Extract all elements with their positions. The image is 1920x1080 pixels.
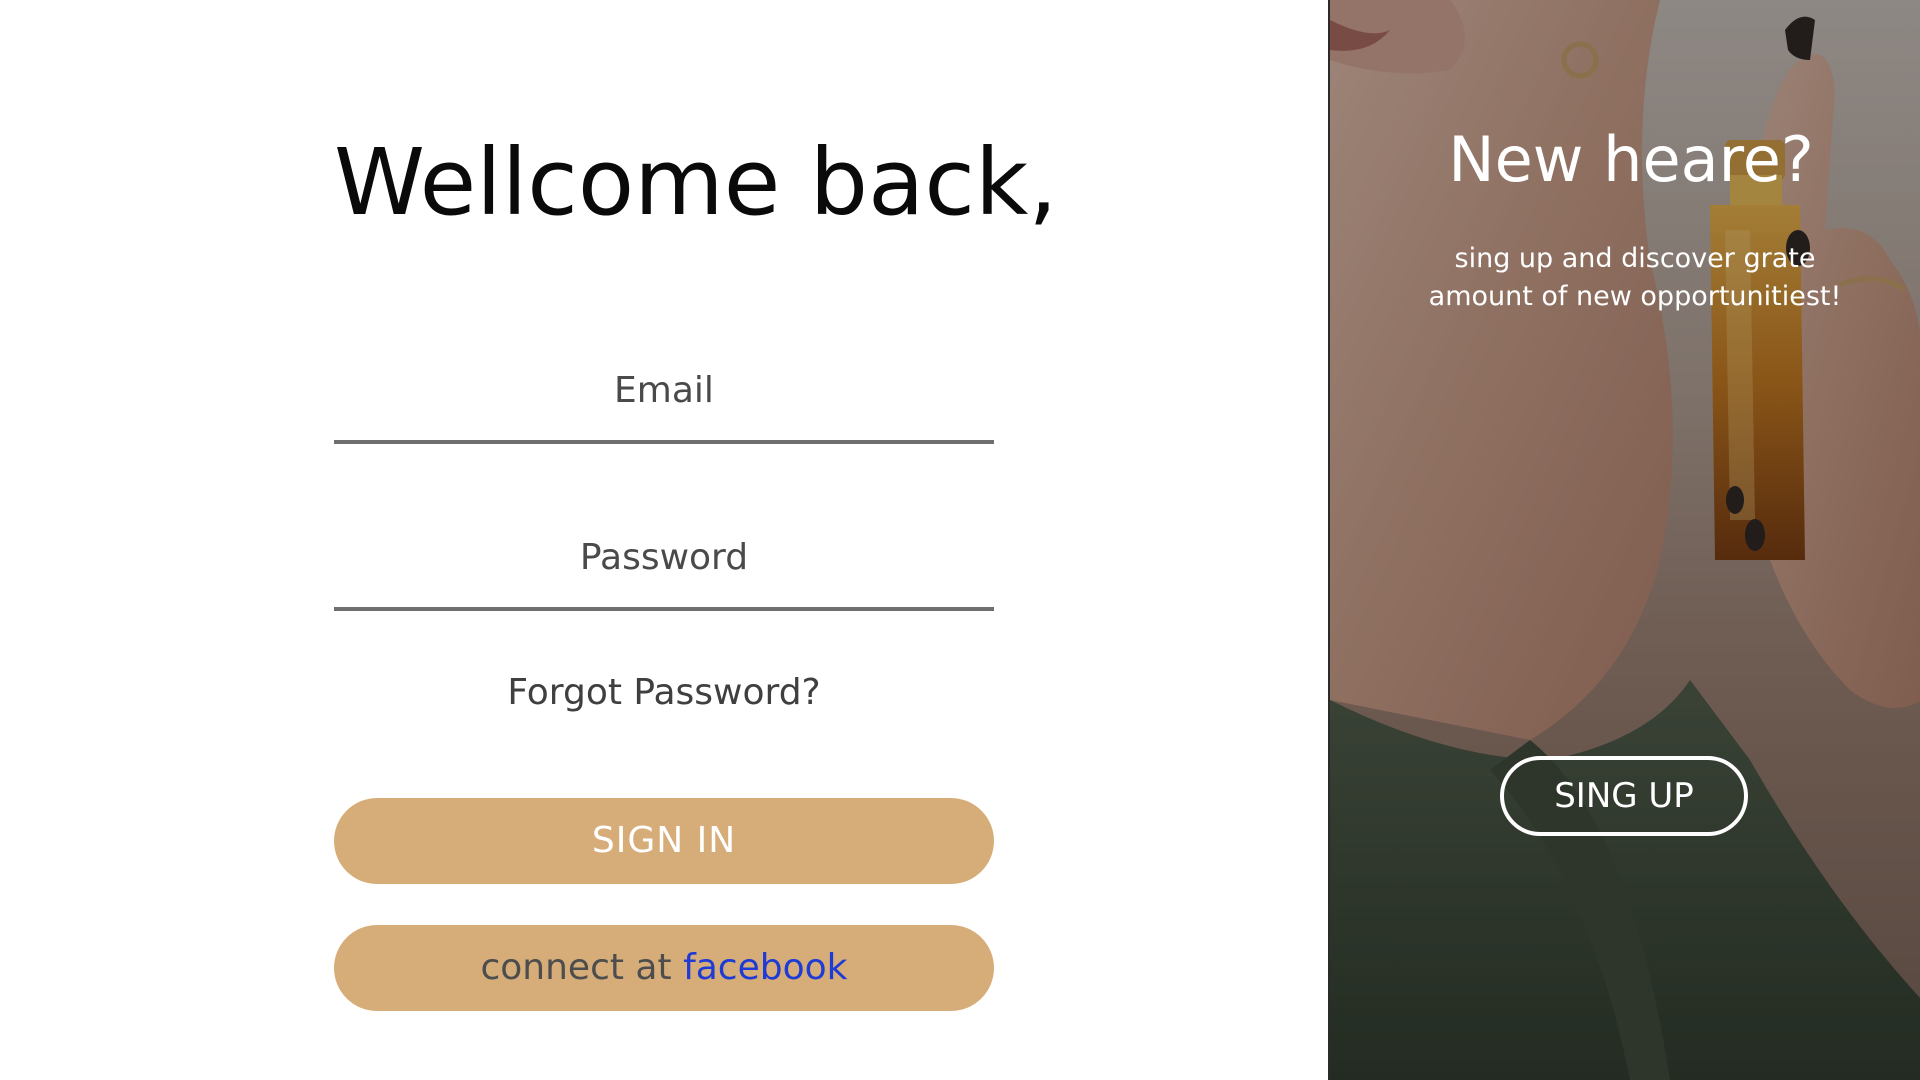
- promo-title: New heare?: [1448, 123, 1814, 196]
- facebook-connect-prefix: connect at: [480, 947, 684, 988]
- sign-up-button[interactable]: SING UP: [1500, 756, 1748, 836]
- facebook-connect-button[interactable]: connect at facebook: [334, 925, 994, 1011]
- facebook-link[interactable]: facebook: [683, 947, 847, 988]
- email-field[interactable]: [334, 360, 994, 420]
- login-form: Wellcome back, Forgot Password? SIGN IN …: [334, 0, 1058, 1080]
- forgot-password-link[interactable]: Forgot Password?: [334, 668, 994, 718]
- signup-promo-panel: New heare? sing up and discover grate am…: [1328, 0, 1920, 1080]
- promo-description: sing up and discover grate amount of new…: [1428, 243, 1842, 312]
- password-field[interactable]: [334, 527, 994, 587]
- password-field-container: [334, 497, 994, 611]
- login-page: Wellcome back, Forgot Password? SIGN IN …: [0, 0, 1920, 1080]
- page-title: Wellcome back,: [334, 129, 1058, 236]
- sign-in-button[interactable]: SIGN IN: [334, 798, 994, 884]
- email-field-container: [334, 330, 994, 444]
